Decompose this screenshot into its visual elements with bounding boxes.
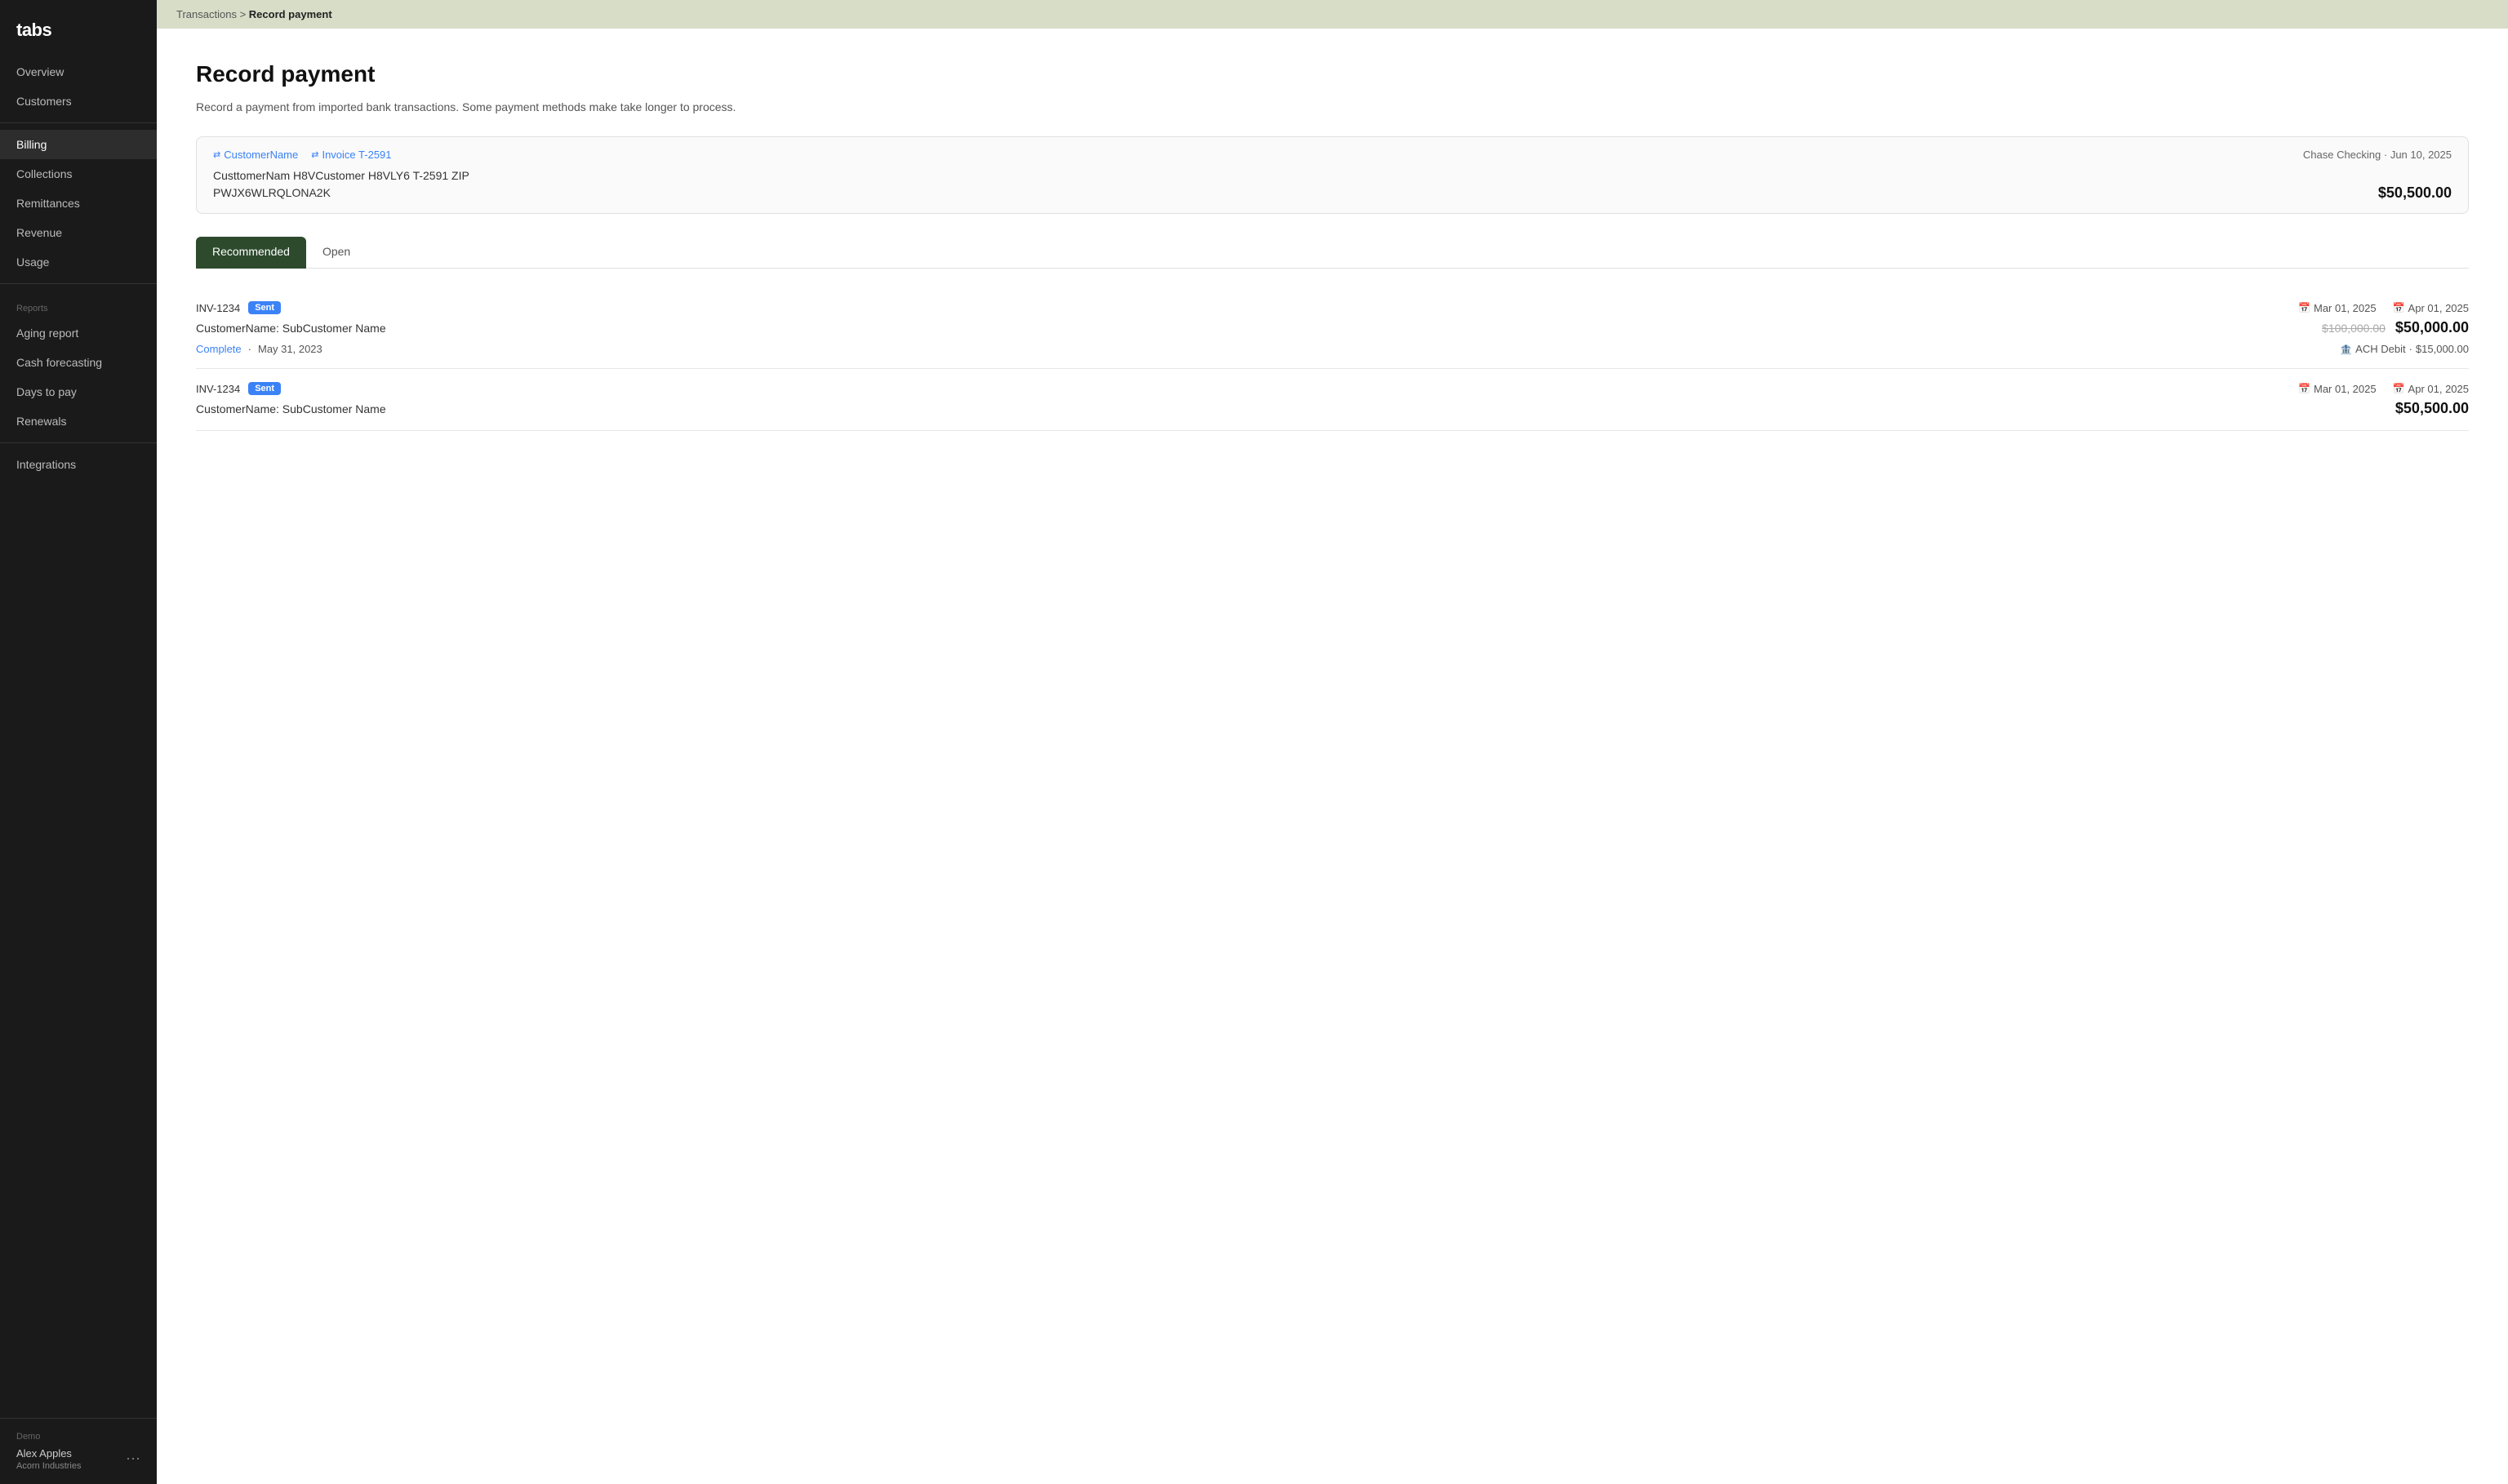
invoice-sub-left: Complete · May 31, 2023 <box>196 343 322 355</box>
transaction-card: ⇄ CustomerName ⇄ Invoice T-2591 Chase Ch… <box>196 136 2469 214</box>
invoice-row-bottom: CustomerName: SubCustomer Name $100,000.… <box>196 319 2469 336</box>
sidebar-item-revenue[interactable]: Revenue <box>0 218 157 247</box>
invoice-sub-right: 🏦 ACH Debit · $15,000.00 <box>2340 343 2469 355</box>
reports-section-label: Reports <box>0 291 157 318</box>
demo-label: Demo <box>16 1432 140 1442</box>
breadcrumb-current: Record payment <box>249 8 332 20</box>
invoice-customer: CustomerName: SubCustomer Name <box>196 322 386 335</box>
issue-date-2: 📅 Mar 01, 2025 <box>2298 383 2377 395</box>
calendar-icon: 📅 <box>2298 302 2310 313</box>
transaction-meta: Chase Checking · Jun 10, 2025 <box>2303 149 2452 161</box>
sidebar-item-integrations[interactable]: Integrations <box>0 450 157 479</box>
invoice-row-2-left: INV-1234 Sent <box>196 382 281 395</box>
issue-date: 📅 Mar 01, 2025 <box>2298 302 2377 314</box>
invoice-badge: Sent <box>248 301 281 314</box>
company-name: Acorn Industries <box>16 1461 81 1471</box>
sidebar-item-billing[interactable]: Billing <box>0 130 157 159</box>
sub-date: May 31, 2023 <box>258 343 322 355</box>
invoice-row-top: INV-1234 Sent 📅 Mar 01, 2025 📅 Apr 01, 2… <box>196 301 2469 314</box>
complete-status: Complete <box>196 343 242 355</box>
breadcrumb: Transactions > Record payment <box>157 0 2508 29</box>
invoice-amounts: $100,000.00 $50,000.00 <box>2322 319 2469 336</box>
invoice-id: INV-1234 <box>196 302 240 314</box>
transaction-links: ⇄ CustomerName ⇄ Invoice T-2591 <box>213 149 392 161</box>
page-description: Record a payment from imported bank tran… <box>196 100 2469 113</box>
calendar-due-icon-2: 📅 <box>2393 383 2405 394</box>
sidebar-item-overview[interactable]: Overview <box>0 57 157 87</box>
invoice-row-2: INV-1234 Sent 📅 Mar 01, 2025 📅 Apr 01, 2… <box>196 369 2469 431</box>
invoice-customer-2: CustomerName: SubCustomer Name <box>196 402 386 415</box>
user-info: Alex Apples Acorn Industries ··· <box>16 1446 140 1471</box>
amount-current-2: $50,500.00 <box>2395 400 2469 417</box>
calendar-due-icon: 📅 <box>2393 302 2405 313</box>
tab-open[interactable]: Open <box>306 237 367 269</box>
invoice-label: Invoice T-2591 <box>322 149 391 161</box>
due-date: 📅 Apr 01, 2025 <box>2393 302 2469 314</box>
amount-current: $50,000.00 <box>2395 319 2469 336</box>
ach-label: ACH Debit <box>2355 343 2405 355</box>
invoice-row-2-bottom: CustomerName: SubCustomer Name $50,500.0… <box>196 400 2469 417</box>
sidebar-item-aging-report[interactable]: Aging report <box>0 318 157 348</box>
invoice-link-icon: ⇄ <box>311 149 318 160</box>
sidebar-item-customers[interactable]: Customers <box>0 87 157 116</box>
main-content: Transactions > Record payment Record pay… <box>157 0 2508 1484</box>
user-details: Alex Apples Acorn Industries <box>16 1446 81 1471</box>
content-area: Record payment Record a payment from imp… <box>157 29 2508 1484</box>
sub-amount: $15,000.00 <box>2416 343 2469 355</box>
app-logo: tabs <box>0 0 157 57</box>
customer-link-icon: ⇄ <box>213 149 220 160</box>
invoice-row-left: INV-1234 Sent <box>196 301 281 314</box>
invoice-row-right: 📅 Mar 01, 2025 📅 Apr 01, 2025 <box>2298 302 2469 314</box>
breadcrumb-parent[interactable]: Transactions <box>176 8 237 20</box>
breadcrumb-separator: > <box>240 8 247 20</box>
bank-icon: 🏦 <box>2340 344 2352 355</box>
customer-name-link[interactable]: ⇄ CustomerName <box>213 149 298 161</box>
sidebar-footer: Demo Alex Apples Acorn Industries ··· <box>0 1418 157 1484</box>
invoice-amounts-2: $50,500.00 <box>2395 400 2469 417</box>
transaction-amount: $50,500.00 <box>2378 184 2452 202</box>
page-title: Record payment <box>196 61 2469 87</box>
calendar-icon-2: 📅 <box>2298 383 2310 394</box>
sidebar-item-remittances[interactable]: Remittances <box>0 189 157 218</box>
transaction-card-header: ⇄ CustomerName ⇄ Invoice T-2591 Chase Ch… <box>213 149 2452 161</box>
user-menu-button[interactable]: ··· <box>126 1450 140 1467</box>
sidebar-item-cash-forecasting[interactable]: Cash forecasting <box>0 348 157 377</box>
invoice-sub-row: Complete · May 31, 2023 🏦 ACH Debit · $1… <box>196 336 2469 355</box>
invoice-badge-2: Sent <box>248 382 281 395</box>
tabs-bar: Recommended Open <box>196 237 2469 269</box>
sidebar-nav: Overview Customers Billing Collections R… <box>0 57 157 1418</box>
sidebar-item-renewals[interactable]: Renewals <box>0 407 157 436</box>
invoice-row-2-top: INV-1234 Sent 📅 Mar 01, 2025 📅 Apr 01, 2… <box>196 382 2469 395</box>
sidebar-item-days-to-pay[interactable]: Days to pay <box>0 377 157 407</box>
sidebar-item-collections[interactable]: Collections <box>0 159 157 189</box>
customer-name-label: CustomerName <box>224 149 298 161</box>
sidebar-item-usage[interactable]: Usage <box>0 247 157 277</box>
transaction-description: CusttomerNam H8VCustomer H8VLY6 T-2591 Z… <box>213 167 469 202</box>
user-name: Alex Apples <box>16 1446 81 1461</box>
invoice-row: INV-1234 Sent 📅 Mar 01, 2025 📅 Apr 01, 2… <box>196 288 2469 369</box>
sidebar: tabs Overview Customers Billing Collecti… <box>0 0 157 1484</box>
invoice-row-2-right: 📅 Mar 01, 2025 📅 Apr 01, 2025 <box>2298 383 2469 395</box>
due-date-2: 📅 Apr 01, 2025 <box>2393 383 2469 395</box>
invoice-link[interactable]: ⇄ Invoice T-2591 <box>311 149 391 161</box>
tab-recommended[interactable]: Recommended <box>196 237 306 269</box>
transaction-card-body: CusttomerNam H8VCustomer H8VLY6 T-2591 Z… <box>213 167 2452 202</box>
amount-original: $100,000.00 <box>2322 322 2386 335</box>
invoice-id-2: INV-1234 <box>196 383 240 395</box>
